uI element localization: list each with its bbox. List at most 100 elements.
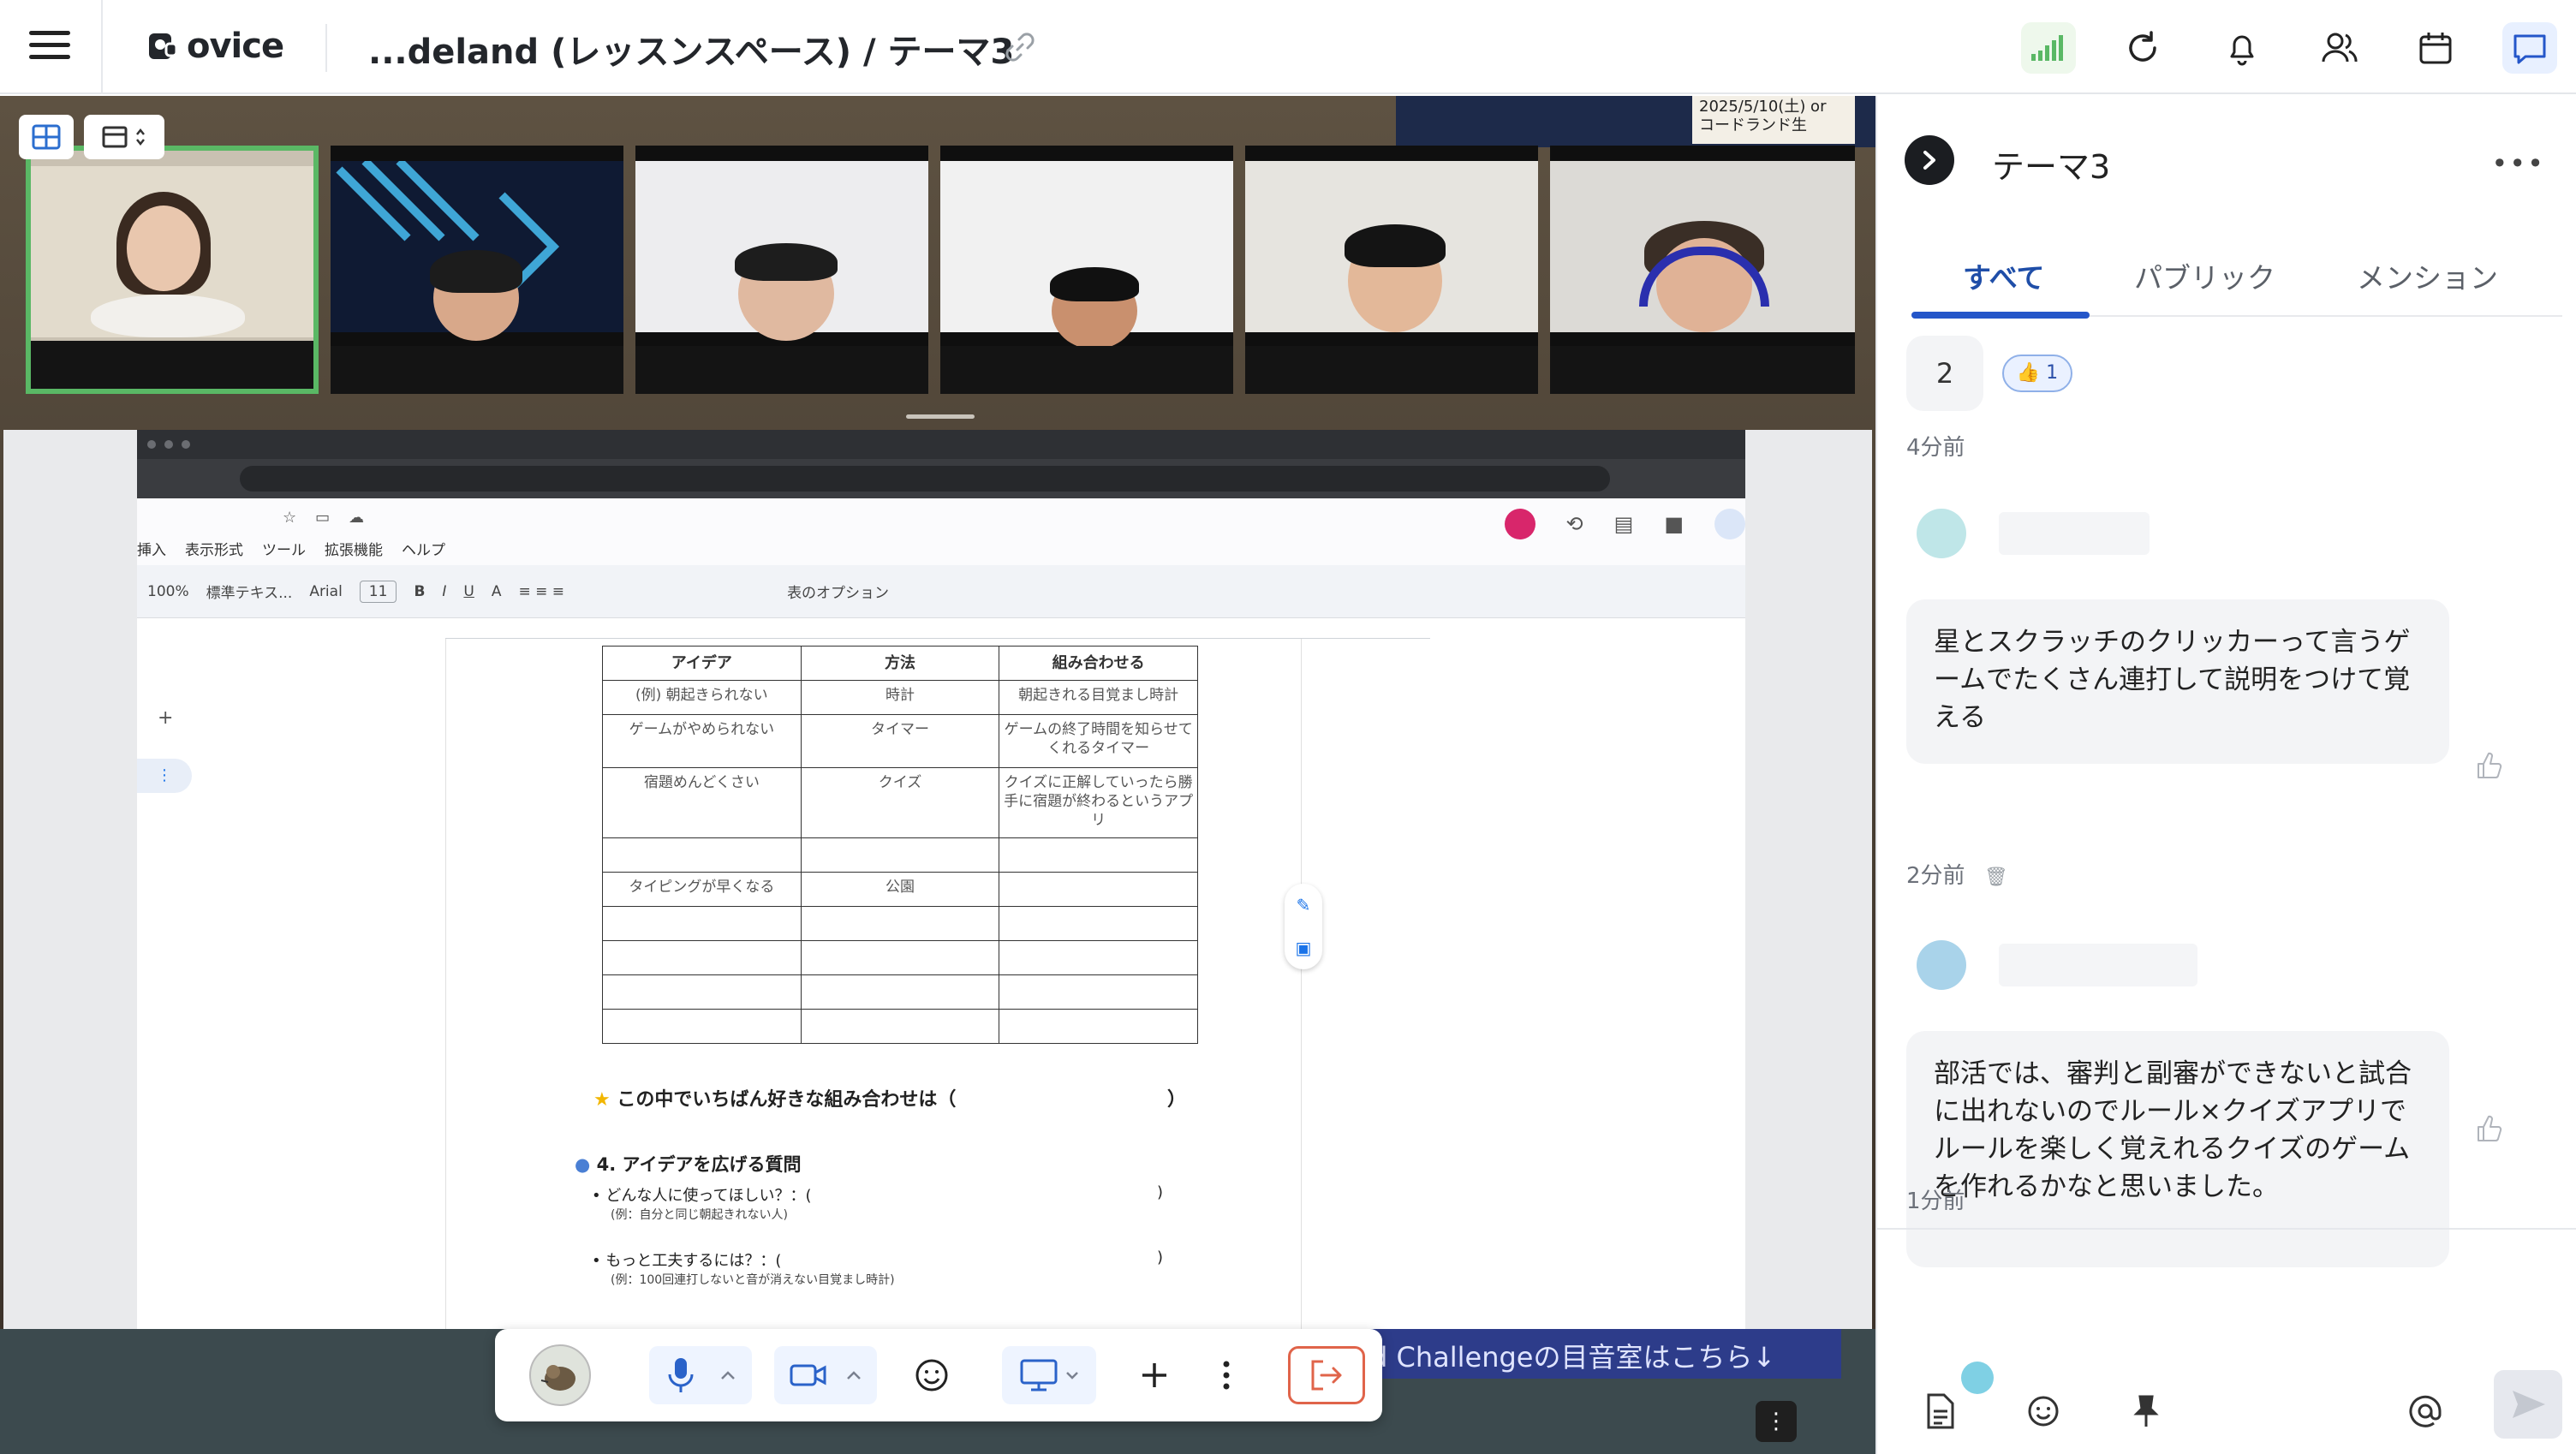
message-input[interactable] bbox=[1877, 1230, 2576, 1350]
trash-icon[interactable]: 🗑 bbox=[1984, 867, 2008, 888]
video-tile[interactable] bbox=[635, 146, 928, 394]
table-cell bbox=[800, 906, 1000, 941]
mention-icon[interactable] bbox=[2403, 1389, 2448, 1433]
section-4-heading: ● 4. アイデアを広げる質問 bbox=[575, 1151, 802, 1177]
leave-button[interactable] bbox=[1288, 1346, 1365, 1404]
thumbs-up-reaction[interactable]: 👍 1 bbox=[2002, 355, 2072, 392]
app-logo[interactable]: ovice bbox=[146, 24, 284, 69]
bullet-close: ) bbox=[1157, 1248, 1164, 1266]
tab-public[interactable]: パブリック bbox=[2134, 255, 2275, 296]
emoji-icon[interactable] bbox=[2021, 1389, 2066, 1433]
top-bar: ovice ...deland (レッスンスペース) / テーマ3 bbox=[0, 0, 2576, 94]
table-options: 表のオプション bbox=[787, 585, 890, 602]
account-icon bbox=[1714, 509, 1745, 539]
grid-view-icon[interactable] bbox=[19, 115, 74, 159]
avatar[interactable] bbox=[1917, 940, 1966, 990]
doc-actions: ⟲ ▤ ■ bbox=[1504, 509, 1745, 539]
browser-address-bar bbox=[137, 459, 1745, 498]
my-avatar[interactable] bbox=[529, 1344, 591, 1406]
chevron-down-icon[interactable] bbox=[1065, 1370, 1079, 1380]
resize-handle[interactable] bbox=[906, 414, 975, 419]
name-bar bbox=[1245, 346, 1538, 394]
video-tile[interactable] bbox=[26, 146, 319, 394]
table-cell: 朝起きれる目覚まし時計 bbox=[999, 680, 1198, 715]
table-row bbox=[602, 1009, 1198, 1044]
name-bar bbox=[635, 346, 928, 394]
updown-chevron-icon bbox=[136, 128, 145, 146]
add-button[interactable] bbox=[1120, 1346, 1189, 1404]
connection-signal-icon[interactable] bbox=[2021, 22, 2076, 74]
video-feed bbox=[1550, 161, 1855, 332]
kebab-menu-icon[interactable]: ⋮ bbox=[1756, 1401, 1797, 1442]
link-icon[interactable] bbox=[1002, 29, 1038, 65]
video-feed bbox=[331, 161, 623, 341]
menu-extensions: 拡張機能 bbox=[325, 542, 383, 559]
shared-document-window: ☆ ▭ ☁ 挿入 表示形式 ツール 拡張機能 ヘルプ ⟲ ▤ ■ 100% 標準… bbox=[137, 430, 1745, 1425]
name-bar bbox=[940, 346, 1233, 394]
calendar-icon[interactable] bbox=[2408, 22, 2463, 74]
table-cell bbox=[602, 906, 802, 941]
bullet-close: ) bbox=[1157, 1183, 1164, 1201]
reaction-button[interactable] bbox=[897, 1346, 966, 1404]
doc-outline-panel: + ⋮ bbox=[137, 639, 445, 1425]
bell-icon[interactable] bbox=[2215, 22, 2269, 74]
table-row: (例) 朝起きられない 時計 朝起きれる目覚まし時計 bbox=[602, 680, 1198, 715]
idea-table: アイデア 方法 組み合わせる (例) 朝起きられない 時計 朝起きれる目覚まし時計 … bbox=[602, 646, 1198, 1044]
chevron-up-icon[interactable] bbox=[846, 1370, 862, 1380]
font-select: Arial bbox=[309, 582, 343, 600]
table-cell bbox=[602, 837, 802, 873]
camera-button[interactable] bbox=[774, 1346, 877, 1404]
screen-share-button[interactable] bbox=[1002, 1346, 1096, 1404]
video-tile[interactable] bbox=[331, 146, 623, 394]
thumbs-up-icon[interactable] bbox=[2473, 750, 2504, 781]
menu-insert: 挿入 bbox=[137, 542, 166, 559]
tab-all[interactable]: すべて bbox=[1963, 255, 2044, 296]
mic-button[interactable] bbox=[649, 1346, 752, 1404]
tab-mention[interactable]: メンション bbox=[2357, 255, 2498, 296]
video-tile[interactable] bbox=[1550, 146, 1855, 394]
more-icon[interactable]: ••• bbox=[2491, 147, 2545, 180]
table-row: ゲームがやめられない タイマー ゲームの終了時間を知らせてくれるタイマー bbox=[602, 714, 1198, 768]
notice-sub: コードランド生 bbox=[1699, 116, 1807, 134]
ovice-logo-icon bbox=[149, 33, 178, 59]
send-icon bbox=[2513, 1391, 2545, 1418]
menu-icon[interactable] bbox=[29, 31, 70, 63]
chat-icon[interactable] bbox=[2502, 22, 2557, 74]
video-tile[interactable] bbox=[1245, 146, 1538, 394]
table-row: タイピングが早くなる 公園 bbox=[602, 872, 1198, 907]
video-tile[interactable] bbox=[940, 146, 1233, 394]
video-feed bbox=[1245, 161, 1538, 332]
layout-toggle[interactable] bbox=[84, 115, 164, 159]
table-row bbox=[602, 974, 1198, 1010]
thumbs-up-icon[interactable] bbox=[2473, 1113, 2504, 1144]
doc-title-icons: ☆ ▭ ☁ bbox=[283, 509, 364, 527]
exit-icon bbox=[1311, 1360, 1342, 1391]
zoom-value: 100% bbox=[147, 582, 189, 600]
bold-icon: B bbox=[414, 582, 426, 600]
active-tab-indicator bbox=[1911, 312, 2090, 319]
table-cell bbox=[602, 940, 802, 975]
main-stage: 2025/5/10(土) or コードランド生 ☆ ▭ ☁ 挿入 表示形式 ツー… bbox=[0, 96, 1875, 1454]
avatar[interactable] bbox=[1917, 509, 1966, 558]
message-time: 1分前 bbox=[1906, 1189, 1965, 1214]
table-cell bbox=[602, 974, 802, 1010]
table-cell: クイズ bbox=[800, 767, 1000, 838]
table-cell bbox=[800, 837, 1000, 873]
pin-icon[interactable] bbox=[2124, 1389, 2168, 1433]
mic-icon bbox=[668, 1358, 694, 1392]
table-cell bbox=[999, 940, 1198, 975]
message-time-row: 2分前 🗑 bbox=[1906, 858, 2008, 890]
folder-icon: ▭ bbox=[315, 509, 331, 527]
members-icon[interactable] bbox=[2312, 22, 2367, 74]
question-close: ） bbox=[1167, 1089, 1187, 1111]
chevron-up-icon[interactable] bbox=[720, 1370, 736, 1380]
collapse-panel-button[interactable] bbox=[1905, 135, 1954, 185]
more-options-button[interactable] bbox=[1199, 1346, 1254, 1404]
send-button[interactable] bbox=[2494, 1370, 2562, 1439]
question-text: この中でいちばん好きな組み合わせは（ bbox=[617, 1089, 957, 1111]
reload-icon[interactable] bbox=[2115, 22, 2170, 74]
table-cell: タイマー bbox=[800, 714, 1000, 768]
table-header: 方法 bbox=[800, 646, 1000, 681]
document-icon[interactable] bbox=[1918, 1389, 1963, 1433]
author-name bbox=[1999, 944, 2197, 986]
